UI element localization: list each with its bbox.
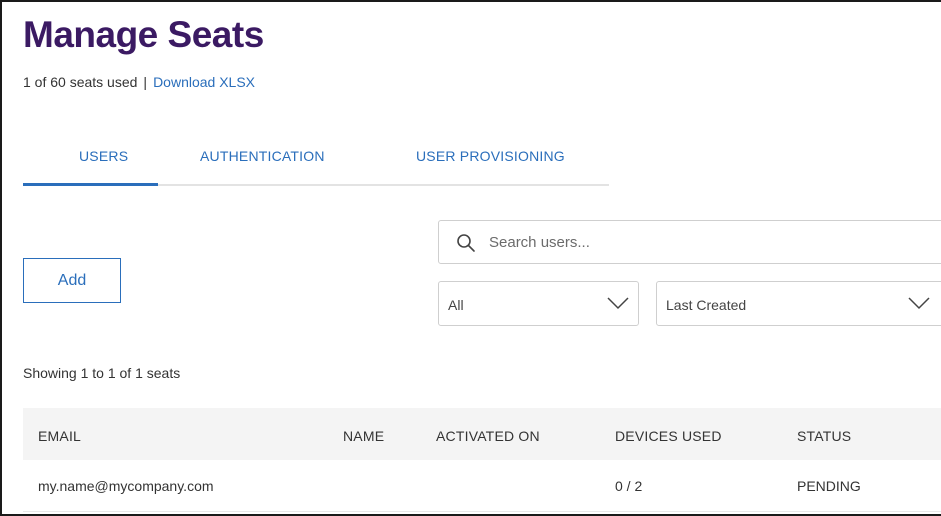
active-tab-indicator — [23, 183, 158, 186]
column-header-devices-used: DEVICES USED — [615, 428, 722, 444]
tab-user-provisioning[interactable]: USER PROVISIONING — [416, 148, 565, 164]
seat-usage-line: 1 of 60 seats used | Download XLSX — [23, 74, 255, 90]
search-icon — [457, 234, 475, 252]
tab-users[interactable]: USERS — [79, 148, 128, 164]
separator: | — [143, 74, 148, 90]
column-header-status: STATUS — [797, 428, 852, 444]
column-header-activated-on: ACTIVATED ON — [436, 428, 540, 444]
cell-devices-used: 0 / 2 — [615, 478, 643, 494]
table-header: EMAIL NAME ACTIVATED ON DEVICES USED STA… — [23, 408, 941, 460]
status-filter-select[interactable]: All — [438, 281, 639, 326]
manage-seats-panel: Manage Seats 1 of 60 seats used | Download… — [0, 0, 941, 516]
seats-table: EMAIL NAME ACTIVATED ON DEVICES USED STA… — [23, 408, 941, 512]
column-header-email: EMAIL — [38, 428, 82, 444]
search-box[interactable] — [438, 220, 941, 264]
table-row[interactable]: my.name@mycompany.com 0 / 2 PENDING — [23, 460, 941, 512]
tab-authentication[interactable]: AUTHENTICATION — [200, 148, 325, 164]
page-title: Manage Seats — [23, 14, 264, 55]
sort-selected-value: Last Created — [666, 297, 747, 313]
tab-bar: USERS AUTHENTICATION USER PROVISIONING — [23, 132, 609, 186]
chevron-down-icon — [908, 297, 930, 310]
add-button[interactable]: Add — [23, 258, 121, 303]
cell-email: my.name@mycompany.com — [38, 478, 214, 494]
sort-select[interactable]: Last Created — [656, 281, 941, 326]
column-header-name: NAME — [343, 428, 385, 444]
cell-status: PENDING — [797, 478, 861, 494]
download-xlsx-link[interactable]: Download XLSX — [153, 74, 255, 90]
chevron-down-icon — [607, 297, 629, 310]
filter-selected-value: All — [448, 297, 464, 313]
seat-usage-text: 1 of 60 seats used — [23, 74, 138, 90]
results-count: Showing 1 to 1 of 1 seats — [23, 365, 181, 381]
search-input[interactable] — [489, 229, 929, 255]
